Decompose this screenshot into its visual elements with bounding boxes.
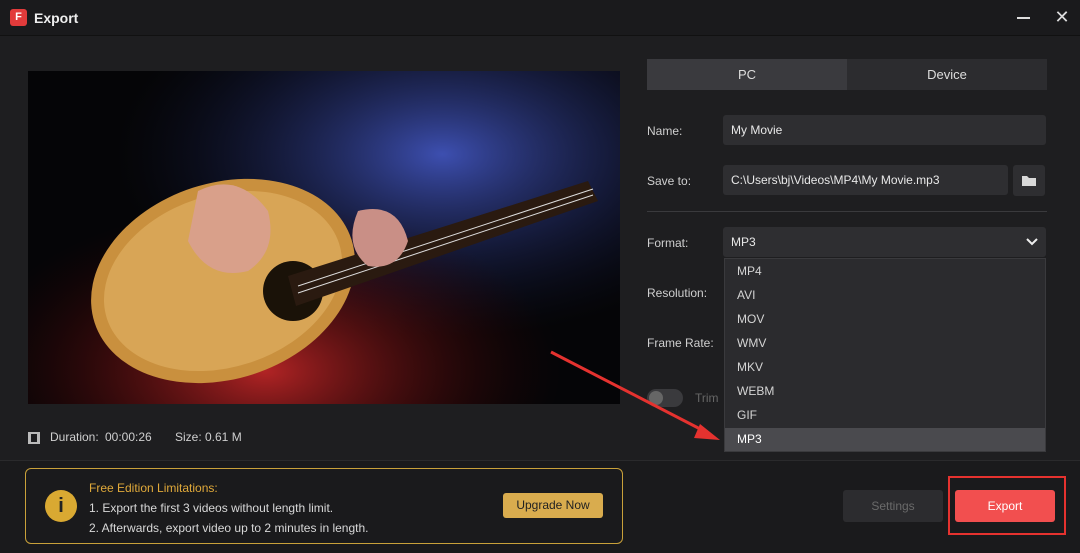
duration-label: Duration: bbox=[50, 430, 99, 444]
format-option-webm[interactable]: WEBM bbox=[725, 380, 1045, 403]
size-value: 0.61 M bbox=[205, 430, 242, 444]
format-option-avi[interactable]: AVI bbox=[725, 284, 1045, 307]
tab-device[interactable]: Device bbox=[847, 59, 1047, 90]
divider bbox=[647, 211, 1047, 212]
info-icon: i bbox=[45, 490, 77, 522]
video-preview bbox=[28, 71, 620, 404]
export-highlight-box bbox=[948, 476, 1066, 535]
save-path-input[interactable]: C:\Users\bj\Videos\MP4\My Movie.mp3 bbox=[723, 165, 1008, 195]
limitations-line-2: 2. Afterwards, export video up to 2 minu… bbox=[89, 521, 369, 535]
trim-label: Trim bbox=[695, 391, 719, 405]
app-logo-icon: F bbox=[10, 9, 27, 26]
browse-folder-button[interactable] bbox=[1013, 165, 1045, 196]
format-option-mov[interactable]: MOV bbox=[725, 308, 1045, 331]
preview-image bbox=[28, 71, 620, 404]
size-label: Size: bbox=[175, 430, 202, 444]
limitations-title: Free Edition Limitations: bbox=[89, 481, 218, 495]
upgrade-now-button[interactable]: Upgrade Now bbox=[503, 493, 603, 518]
chevron-down-icon bbox=[1026, 238, 1038, 246]
format-option-mp4[interactable]: MP4 bbox=[725, 260, 1045, 283]
format-dropdown-list: MP4 AVI MOV WMV MKV WEBM GIF MP3 bbox=[724, 258, 1046, 452]
limitations-line-1: 1. Export the first 3 videos without len… bbox=[89, 501, 334, 515]
film-icon bbox=[28, 432, 40, 444]
tab-pc[interactable]: PC bbox=[647, 59, 847, 90]
resolution-label: Resolution: bbox=[647, 286, 708, 300]
format-option-mkv[interactable]: MKV bbox=[725, 356, 1045, 379]
format-option-wmv[interactable]: WMV bbox=[725, 332, 1045, 355]
duration-value: 00:00:26 bbox=[105, 430, 152, 444]
folder-icon bbox=[1022, 176, 1036, 186]
format-option-gif[interactable]: GIF bbox=[725, 404, 1045, 427]
trim-toggle[interactable] bbox=[647, 389, 683, 407]
format-label: Format: bbox=[647, 236, 689, 250]
name-label: Name: bbox=[647, 124, 683, 138]
name-input[interactable]: My Movie bbox=[723, 115, 1046, 145]
save-to-label: Save to: bbox=[647, 174, 692, 188]
format-select[interactable]: MP3 bbox=[723, 227, 1046, 257]
format-option-mp3[interactable]: MP3 bbox=[725, 428, 1045, 451]
close-icon[interactable]: ✕ bbox=[1052, 7, 1072, 27]
settings-button[interactable]: Settings bbox=[843, 490, 943, 522]
format-selected-value: MP3 bbox=[731, 235, 756, 249]
title-bar: F Export ✕ bbox=[0, 0, 1080, 36]
window-title: Export bbox=[34, 10, 79, 26]
frame-rate-label: Frame Rate: bbox=[647, 336, 714, 350]
minimize-icon[interactable] bbox=[1017, 17, 1030, 19]
